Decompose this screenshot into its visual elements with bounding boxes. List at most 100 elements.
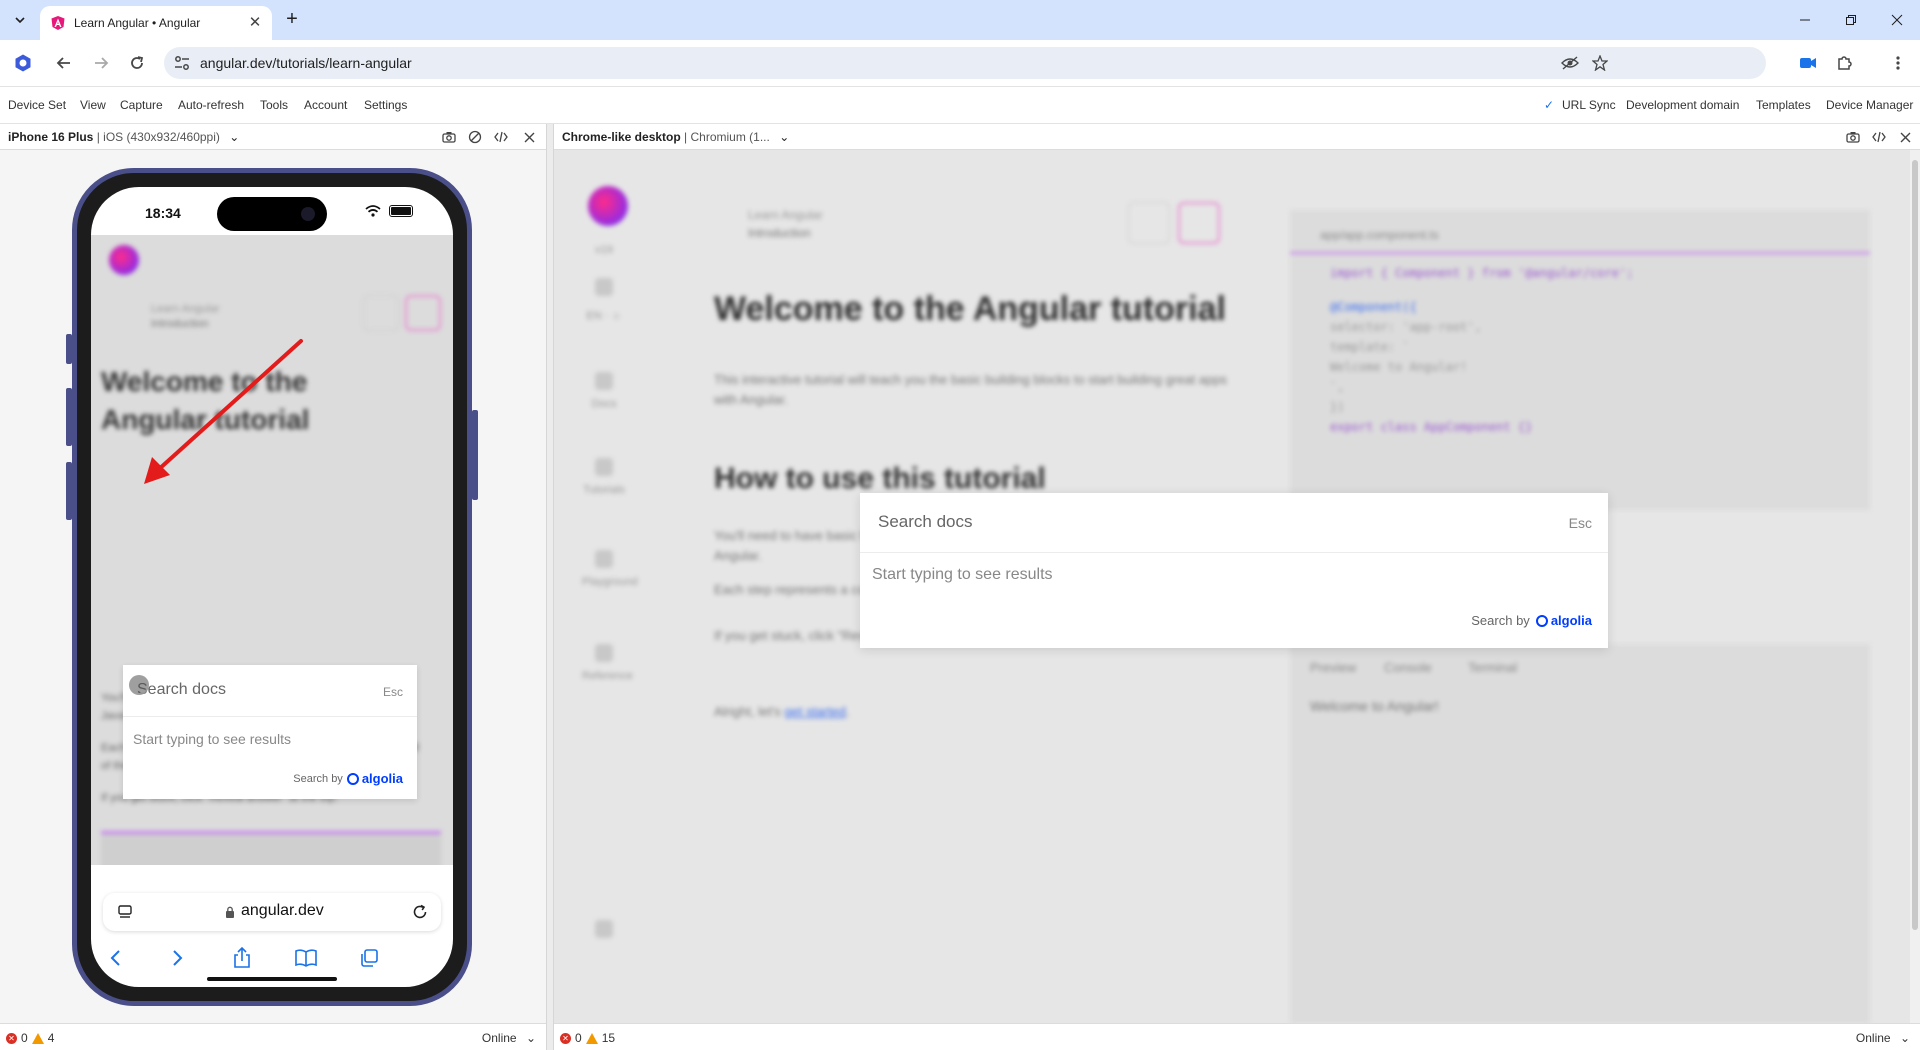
search-by-label: Search by [293, 772, 343, 785]
error-count[interactable]: 0 [575, 1031, 582, 1045]
home-indicator [207, 977, 337, 981]
search-input-row[interactable]: Search docs Esc [123, 665, 417, 717]
status-time: 18:34 [145, 205, 181, 221]
search-by-algolia[interactable]: Search by algolia [293, 771, 403, 786]
left-pane-header: iPhone 16 Plus | iOS (430x932/460ppi) ⌄ [0, 124, 546, 150]
warning-count[interactable]: 4 [48, 1031, 55, 1045]
extension-hex-icon[interactable] [11, 51, 35, 75]
screenshot-camera-icon[interactable] [1844, 128, 1862, 146]
lock-icon [226, 906, 234, 918]
devtools-code-icon[interactable] [1870, 128, 1888, 146]
new-tab-icon[interactable]: + [280, 8, 304, 32]
device-name: Chrome-like desktop [562, 130, 681, 144]
warning-count[interactable]: 15 [602, 1031, 615, 1045]
forward-icon[interactable] [164, 945, 192, 971]
chevron-down-icon: ⌄ [229, 130, 240, 144]
search-input[interactable]: Search docs [878, 512, 973, 532]
touch-cursor-indicator [129, 675, 149, 695]
search-by-algolia[interactable]: Search by algolia [1471, 613, 1592, 628]
menu-view[interactable]: View [80, 98, 106, 112]
reload-icon[interactable] [411, 903, 429, 921]
menu-tools[interactable]: Tools [260, 98, 288, 112]
menu-url-sync[interactable]: URL Sync [1562, 98, 1616, 112]
left-status-bar: ✕ 0 4 Online ⌄ [0, 1023, 546, 1050]
esc-hint[interactable]: Esc [383, 685, 403, 699]
more-menu-icon[interactable] [1886, 51, 1910, 75]
reload-icon[interactable] [125, 51, 149, 75]
safari-address-bar[interactable]: angular.dev [103, 893, 441, 931]
menu-device-manager[interactable]: Device Manager [1826, 98, 1913, 112]
close-window-icon[interactable] [1874, 0, 1920, 40]
network-throttle-select[interactable]: Online ⌄ [1856, 1031, 1910, 1045]
address-bar[interactable]: angular.dev/tutorials/learn-angular [164, 47, 1766, 79]
tab-close-icon[interactable]: ✕ [246, 14, 264, 32]
tab-strip: Learn Angular • Angular ✕ + [0, 0, 1920, 40]
search-by-label: Search by [1471, 613, 1530, 628]
error-icon: ✕ [560, 1032, 571, 1044]
angular-favicon-icon [51, 16, 65, 30]
menu-account[interactable]: Account [304, 98, 347, 112]
menu-capture[interactable]: Capture [120, 98, 163, 112]
menu-templates[interactable]: Templates [1756, 98, 1811, 112]
eye-off-icon[interactable] [1560, 53, 1580, 73]
search-input-row[interactable]: Search docs Esc [860, 493, 1608, 553]
error-icon: ✕ [6, 1032, 17, 1044]
bookmark-star-icon[interactable] [1590, 53, 1610, 73]
device-selector-desktop[interactable]: Chrome-like desktop | Chromium (1... ⌄ [562, 130, 789, 144]
meet-camera-icon[interactable] [1796, 51, 1820, 75]
network-throttle-select[interactable]: Online ⌄ [482, 1031, 536, 1045]
back-icon[interactable] [101, 945, 129, 971]
esc-hint[interactable]: Esc [1569, 515, 1592, 531]
desktop-search-dialog: Search docs Esc Start typing to see resu… [860, 493, 1608, 648]
dynamic-island [217, 197, 327, 231]
chevron-down-icon: ⌄ [779, 130, 790, 144]
chevron-down-icon: ⌄ [1899, 1031, 1910, 1045]
devtools-code-icon[interactable] [492, 128, 510, 146]
tabs-icon[interactable] [355, 945, 383, 971]
device-selector-iphone[interactable]: iPhone 16 Plus | iOS (430x932/460ppi) ⌄ [8, 130, 239, 144]
right-pane-scrollbar[interactable] [1910, 150, 1920, 1023]
browser-toolbar: angular.dev/tutorials/learn-angular [0, 40, 1920, 86]
restore-icon[interactable] [1828, 0, 1874, 40]
algolia-logo: algolia [346, 771, 403, 786]
browser-tab-active[interactable]: Learn Angular • Angular ✕ [40, 6, 272, 40]
tab-title: Learn Angular • Angular [74, 16, 201, 30]
close-pane-icon[interactable] [520, 128, 538, 146]
back-icon[interactable] [52, 51, 76, 75]
search-dialog: Search docs Esc Start typing to see resu… [123, 665, 417, 799]
warning-icon [31, 1032, 44, 1044]
menu-auto-refresh[interactable]: Auto-refresh [178, 98, 244, 112]
site-settings-icon[interactable] [174, 55, 190, 71]
empty-state-text: Start typing to see results [133, 731, 291, 747]
warning-icon [585, 1032, 598, 1044]
device-spec: | Chromium (1... [684, 130, 770, 144]
algolia-logo: algolia [1535, 613, 1592, 628]
tab-search-icon[interactable] [8, 8, 32, 32]
address-text: angular.dev [241, 902, 324, 919]
phone-webpage: Learn Angular Introduction Welcome to th… [91, 235, 453, 865]
device-spec: | iOS (430x932/460ppi) [96, 130, 220, 144]
error-count[interactable]: 0 [21, 1031, 28, 1045]
safari-bottom-toolbar [91, 937, 453, 977]
screenshot-camera-icon[interactable] [440, 128, 458, 146]
battery-icon [389, 205, 413, 217]
page-menu-icon[interactable] [117, 904, 133, 920]
disable-icon[interactable] [466, 128, 484, 146]
search-input[interactable]: Search docs [137, 681, 226, 699]
extension-menubar: Device Set View Capture Auto-refresh Too… [0, 86, 1920, 124]
share-icon[interactable] [228, 945, 256, 971]
pane-divider[interactable] [546, 124, 554, 1050]
bookmarks-icon[interactable] [292, 945, 320, 971]
menu-development-domain[interactable]: Development domain [1626, 98, 1739, 112]
extensions-puzzle-icon[interactable] [1832, 51, 1856, 75]
wifi-icon [365, 205, 381, 217]
menu-device-set[interactable]: Device Set [8, 98, 66, 112]
right-pane-header: Chrome-like desktop | Chromium (1... ⌄ [554, 124, 1920, 150]
phone-power-button [472, 410, 478, 500]
minimize-icon[interactable] [1782, 0, 1828, 40]
menu-settings[interactable]: Settings [364, 98, 407, 112]
iphone-frame: 18:34 Learn Angular Introduction Welcome… [72, 168, 472, 1006]
forward-icon[interactable] [89, 51, 113, 75]
close-pane-icon[interactable] [1896, 128, 1914, 146]
chevron-down-icon: ⌄ [525, 1031, 536, 1045]
